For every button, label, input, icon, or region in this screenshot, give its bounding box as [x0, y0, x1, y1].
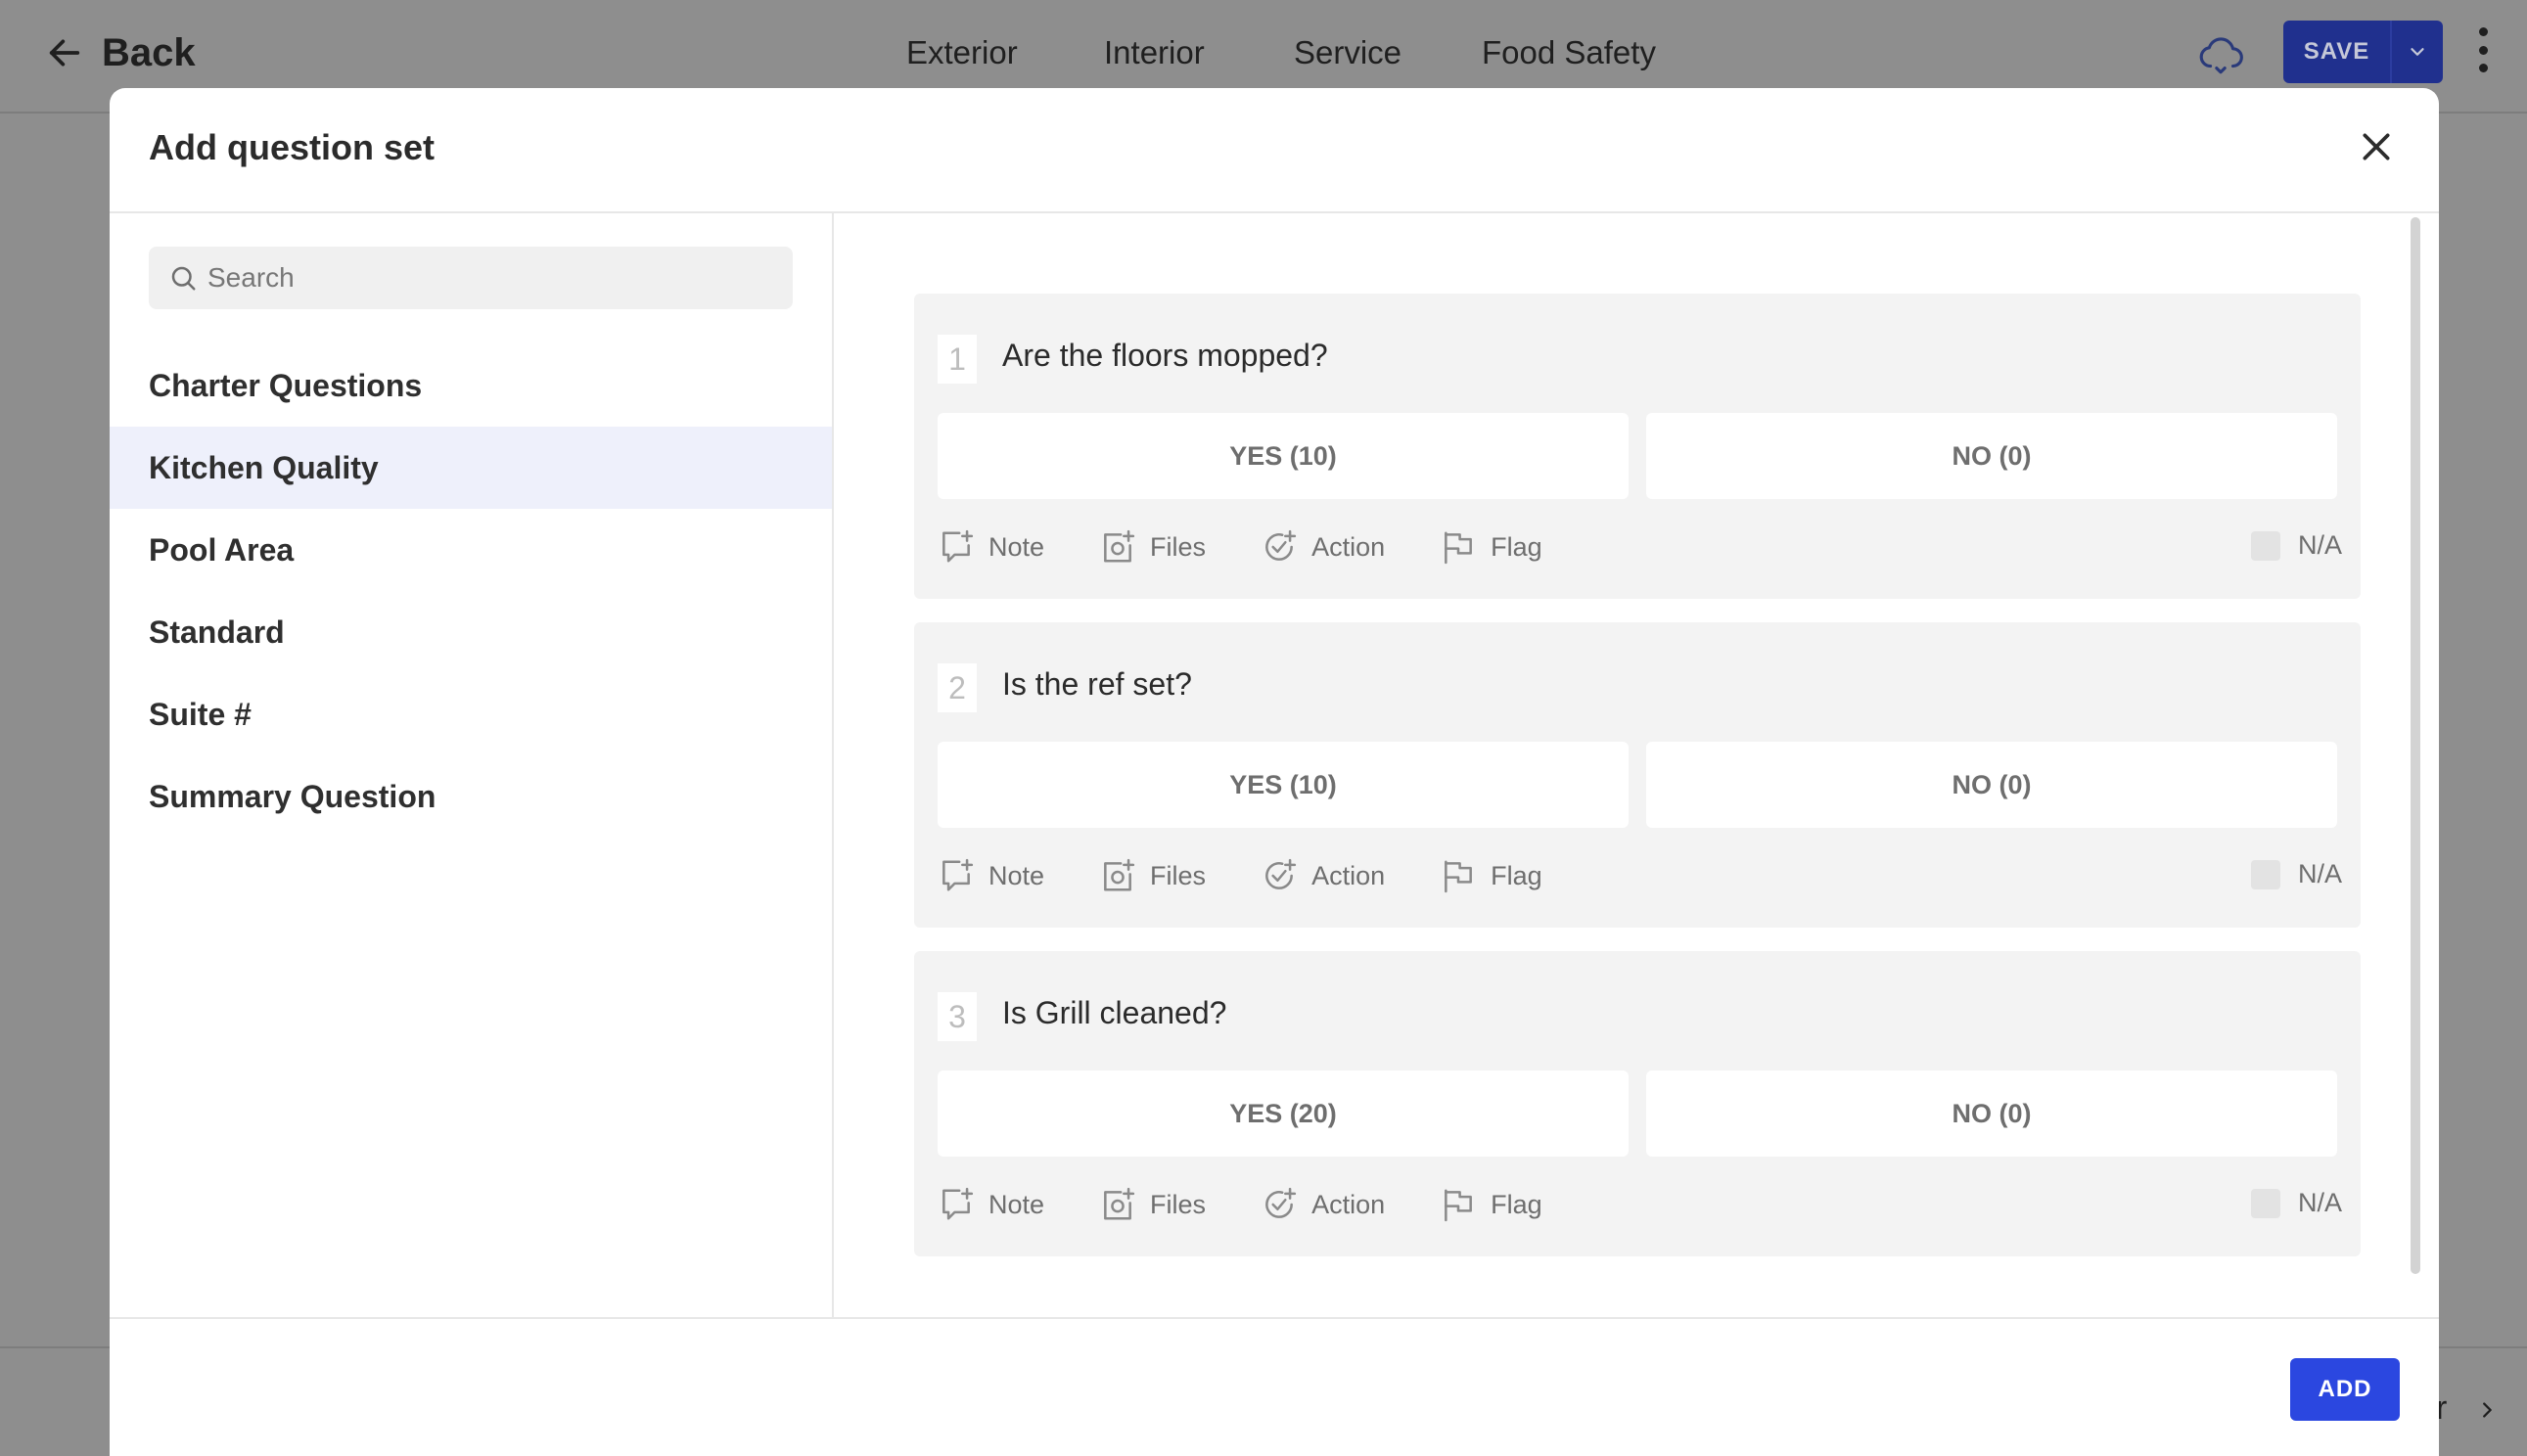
scrollbar-thumb[interactable] — [2411, 217, 2420, 1274]
note-button[interactable]: Note — [938, 528, 1044, 566]
na-label: N/A — [2298, 859, 2343, 888]
files-label: Files — [1150, 860, 1207, 890]
yes-answer-button[interactable]: YES (10) — [938, 413, 1629, 499]
question-text: Is the ref set? — [1002, 666, 1192, 702]
question-number: 1 — [938, 335, 977, 384]
note-icon — [942, 1187, 974, 1220]
flag-icon — [1445, 860, 1473, 893]
na-label: N/A — [2298, 1188, 2343, 1217]
add-question-set-dialog: Add question set Charter Questions Kitch… — [110, 88, 2439, 1456]
action-icon — [1265, 858, 1297, 889]
add-button[interactable]: ADD — [2290, 1358, 2400, 1421]
checkbox-box[interactable] — [2251, 530, 2280, 561]
note-icon — [942, 858, 974, 891]
question-set-list: Charter Questions Kitchen Quality Pool A… — [110, 344, 832, 838]
save-dropdown-toggle[interactable] — [2392, 41, 2443, 63]
search-box[interactable] — [149, 247, 793, 309]
action-button[interactable]: Action — [1261, 528, 1385, 566]
flag-label: Flag — [1491, 1189, 1542, 1219]
files-button[interactable]: Files — [1099, 528, 1206, 566]
set-item-charter-questions[interactable]: Charter Questions — [110, 344, 832, 427]
tab-service[interactable]: Service — [1294, 25, 1401, 80]
set-item-suite[interactable]: Suite # — [110, 673, 832, 755]
question-text: Is Grill cleaned? — [1002, 995, 1227, 1030]
more-vertical-icon[interactable] — [2476, 27, 2490, 72]
na-checkbox[interactable]: N/A — [2251, 859, 2342, 889]
flag-icon — [1445, 531, 1473, 565]
action-label: Action — [1311, 860, 1386, 890]
note-icon — [942, 529, 974, 563]
note-label: Note — [988, 531, 1045, 562]
checkbox-box[interactable] — [2251, 1188, 2280, 1218]
note-label: Note — [988, 1189, 1045, 1219]
na-label: N/A — [2298, 530, 2343, 560]
back-button[interactable]: Back — [45, 25, 196, 80]
no-answer-button[interactable]: NO (0) — [1646, 742, 2337, 828]
flag-icon — [1445, 1189, 1473, 1222]
no-answer-button[interactable]: NO (0) — [1646, 1070, 2337, 1157]
action-button[interactable]: Action — [1261, 1186, 1385, 1223]
set-item-summary-question[interactable]: Summary Question — [110, 755, 832, 838]
question-tools: Note Files Action Flag — [938, 524, 1597, 569]
na-checkbox[interactable]: N/A — [2251, 1188, 2342, 1218]
action-label: Action — [1311, 531, 1386, 562]
back-label: Back — [102, 30, 196, 74]
save-label: SAVE — [2303, 38, 2370, 65]
action-label: Action — [1311, 1189, 1386, 1219]
action-button[interactable]: Action — [1261, 857, 1385, 894]
question-card: 2 Is the ref set? YES (10) NO (0) Note F… — [914, 622, 2361, 928]
files-button[interactable]: Files — [1099, 857, 1206, 894]
flag-button[interactable]: Flag — [1440, 528, 1542, 566]
question-number: 2 — [938, 663, 977, 712]
flag-label: Flag — [1491, 860, 1542, 890]
note-label: Note — [988, 860, 1045, 890]
save-button[interactable]: SAVE — [2283, 21, 2443, 83]
question-card: 1 Are the floors mopped? YES (10) NO (0)… — [914, 294, 2361, 599]
note-button[interactable]: Note — [938, 1186, 1044, 1223]
files-icon — [1104, 529, 1135, 563]
flag-button[interactable]: Flag — [1440, 857, 1542, 894]
chevron-right-icon[interactable] — [2476, 1395, 2498, 1425]
action-icon — [1265, 1187, 1297, 1218]
question-preview-pane: 1 Are the floors mopped? YES (10) NO (0)… — [836, 213, 2439, 1317]
no-answer-button[interactable]: NO (0) — [1646, 413, 2337, 499]
action-icon — [1265, 529, 1297, 561]
na-checkbox[interactable]: N/A — [2251, 530, 2342, 561]
chevron-down-icon — [2411, 48, 2424, 56]
search-input[interactable] — [207, 262, 775, 294]
set-item-pool-area[interactable]: Pool Area — [110, 509, 832, 591]
yes-answer-button[interactable]: YES (20) — [938, 1070, 1629, 1157]
flag-label: Flag — [1491, 531, 1542, 562]
files-button[interactable]: Files — [1099, 1186, 1206, 1223]
question-card: 3 Is Grill cleaned? YES (20) NO (0) Note… — [914, 951, 2361, 1256]
files-label: Files — [1150, 1189, 1207, 1219]
set-item-standard[interactable]: Standard — [110, 591, 832, 673]
flag-button[interactable]: Flag — [1440, 1186, 1542, 1223]
checkbox-box[interactable] — [2251, 859, 2280, 889]
tab-exterior[interactable]: Exterior — [906, 25, 1018, 80]
dialog-footer: ADD — [110, 1317, 2439, 1456]
question-tools: Note Files Action Flag — [938, 1182, 1597, 1227]
files-icon — [1104, 1187, 1135, 1220]
yes-answer-button[interactable]: YES (10) — [938, 742, 1629, 828]
close-icon[interactable] — [2357, 127, 2396, 166]
search-icon — [171, 266, 196, 291]
question-text: Are the floors mopped? — [1002, 338, 1328, 373]
dialog-header: Add question set — [110, 88, 2439, 213]
question-tools: Note Files Action Flag — [938, 853, 1597, 898]
tab-interior[interactable]: Interior — [1104, 25, 1205, 80]
set-item-kitchen-quality[interactable]: Kitchen Quality — [110, 427, 832, 509]
note-button[interactable]: Note — [938, 857, 1044, 894]
files-label: Files — [1150, 531, 1207, 562]
dialog-title: Add question set — [149, 127, 436, 167]
cloud-sync-icon[interactable] — [2196, 29, 2245, 78]
tab-food-safety[interactable]: Food Safety — [1482, 25, 1656, 80]
question-set-list-pane: Charter Questions Kitchen Quality Pool A… — [110, 213, 834, 1317]
question-number: 3 — [938, 992, 977, 1041]
files-icon — [1104, 858, 1135, 891]
back-arrow-icon — [49, 39, 80, 67]
